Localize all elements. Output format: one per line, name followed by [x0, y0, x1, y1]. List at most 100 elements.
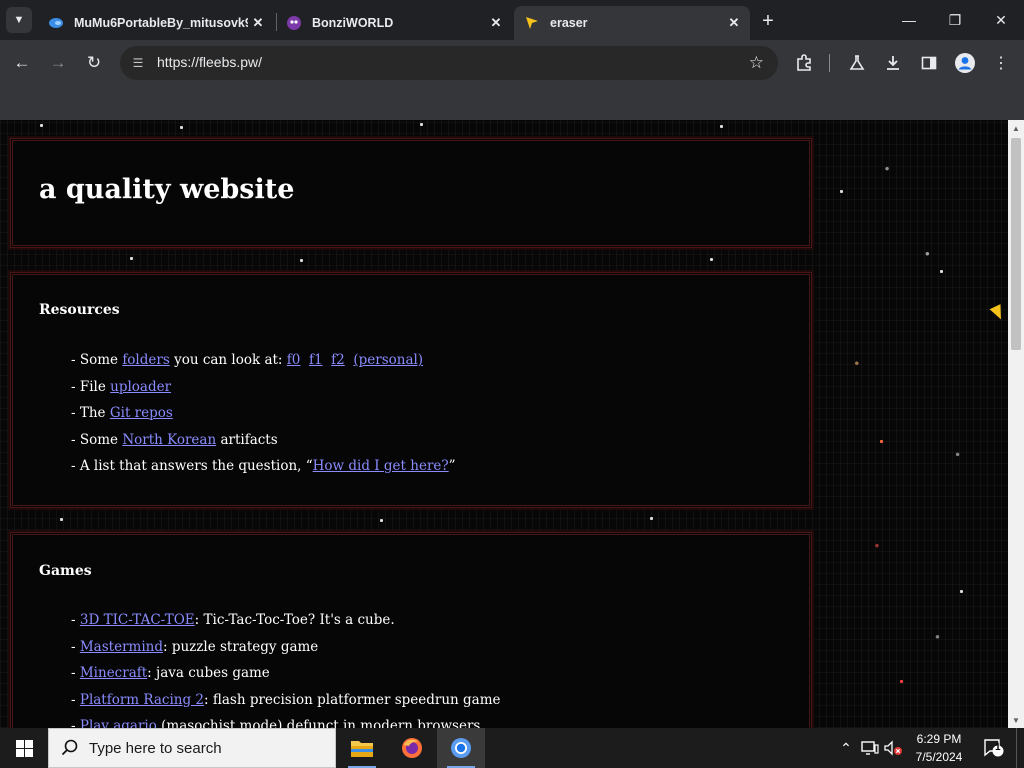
list-item: - Minecraft: java cubes game [71, 660, 501, 687]
item-text: - [71, 718, 80, 728]
extensions-icon[interactable] [791, 50, 817, 76]
notification-count: 1 [995, 742, 1001, 753]
tab-close-icon[interactable]: ✕ [486, 13, 506, 33]
list-item: - The Git repos [71, 400, 456, 427]
notification-center-icon[interactable]: 1 [980, 728, 1008, 768]
clock-date: 7/5/2024 [915, 750, 963, 764]
scroll-thumb[interactable] [1011, 138, 1021, 350]
background-speck [720, 125, 723, 128]
list-item: - Platform Racing 2: flash precision pla… [71, 687, 501, 714]
git-repos-link[interactable]: Git repos [110, 405, 173, 421]
search-placeholder: Type here to search [89, 740, 222, 757]
background-speck [710, 258, 713, 261]
taskbar-search[interactable]: Type here to search [48, 728, 336, 768]
games-list: - 3D TIC-TAC-TOE: Tic-Tac-Toc-Toe? It's … [71, 607, 501, 728]
scroll-down-icon[interactable]: ▼ [1008, 712, 1024, 728]
tab-close-icon[interactable]: ✕ [248, 13, 268, 33]
browser-toolbar: ← → ↻ ☰ https://fleebs.pw/ ☆ ⋮ [0, 40, 1024, 86]
background-speck [300, 259, 303, 262]
uploader-link[interactable]: uploader [110, 379, 171, 395]
show-hidden-icons-icon[interactable]: ⌃ [836, 728, 856, 768]
bookmark-bar [0, 86, 1024, 120]
item-text: (masochist mode) defunct in modern brows… [156, 718, 481, 728]
page-scrollbar[interactable]: ▲ ▼ [1008, 120, 1024, 728]
tab-eraser[interactable]: eraser ✕ [514, 6, 750, 40]
resources-heading: Resources [39, 302, 120, 318]
firefox-icon[interactable] [388, 728, 436, 768]
f2-link[interactable]: f2 [331, 352, 345, 368]
volume-muted-icon[interactable] [882, 728, 904, 768]
background-speck [900, 680, 903, 683]
download-icon[interactable] [880, 50, 906, 76]
item-text: - Some [71, 352, 123, 368]
search-icon [61, 739, 79, 762]
tab-close-icon[interactable]: ✕ [724, 13, 744, 33]
toolbar-divider [829, 54, 830, 72]
eraser-favicon-icon [524, 15, 540, 31]
f0-link[interactable]: f0 [287, 352, 301, 368]
close-window-icon[interactable]: ✕ [978, 0, 1024, 40]
profile-icon[interactable] [952, 50, 978, 76]
tab-title: eraser [550, 16, 588, 30]
site-info-icon[interactable]: ☰ [130, 55, 146, 71]
background-speck [180, 126, 183, 129]
item-text: - Some [71, 431, 123, 448]
chrome-icon[interactable] [437, 728, 485, 768]
item-text: : Tic-Tac-Toc-Toe? It's a cube. [194, 612, 395, 628]
item-text: - [71, 665, 80, 682]
labs-icon[interactable] [844, 50, 870, 76]
list-item: - Some folders you can look at: f0 f1 f2… [71, 347, 456, 374]
address-bar[interactable]: ☰ https://fleebs.pw/ ☆ [120, 46, 778, 80]
side-panel-icon[interactable] [916, 50, 942, 76]
list-item: - Some North Korean artifacts [71, 427, 456, 454]
item-text: artifacts [216, 431, 278, 448]
forward-icon[interactable]: → [44, 49, 72, 77]
tab-mumu[interactable]: MuMu6PortableBy_mitusovk9 ✕ [38, 6, 274, 40]
back-icon[interactable]: ← [8, 49, 36, 77]
start-button[interactable] [0, 728, 48, 768]
tab-title: MuMu6PortableBy_mitusovk9 [74, 16, 248, 30]
maximize-icon[interactable]: ❐ [932, 0, 978, 40]
windows-taskbar: Type here to search ⌃ 6:29 PM 7/5/2024 1 [0, 728, 1024, 768]
background-speck [420, 123, 423, 126]
reload-icon[interactable]: ↻ [80, 49, 108, 77]
folders-link[interactable]: folders [122, 352, 169, 368]
tic-tac-toe-link[interactable]: 3D TIC-TAC-TOE [80, 612, 195, 628]
clock-time: 6:29 PM [916, 732, 962, 746]
show-desktop-button[interactable] [1016, 728, 1024, 768]
network-icon[interactable] [858, 728, 882, 768]
item-text: - A list that answers the question, “ [71, 458, 313, 475]
background-speck [40, 124, 43, 127]
page-title: a quality website [39, 174, 295, 205]
item-text: ” [448, 458, 456, 475]
games-heading: Games [39, 563, 92, 579]
background-speck [940, 270, 943, 273]
windows-logo-icon [15, 739, 33, 757]
list-item: - Mastermind: puzzle strategy game [71, 634, 501, 661]
background-speck [130, 257, 133, 260]
tab-search-icon[interactable]: ▼ [6, 7, 32, 33]
item-text: - [71, 691, 80, 708]
mastermind-link[interactable]: Mastermind [80, 639, 163, 655]
url-text[interactable]: https://fleebs.pw/ [157, 54, 262, 70]
minecraft-link[interactable]: Minecraft [80, 665, 147, 681]
taskbar-clock[interactable]: 6:29 PM 7/5/2024 [902, 730, 976, 766]
background-speck [60, 518, 63, 521]
how-did-i-get-here-link[interactable]: How did I get here? [313, 458, 449, 474]
new-tab-icon[interactable]: + [756, 9, 780, 33]
minimize-icon[interactable]: — [886, 0, 932, 40]
agario-link[interactable]: Play agario [80, 718, 157, 728]
background-speck [380, 519, 383, 522]
tab-bonziworld[interactable]: BonziWORLD ✕ [276, 6, 512, 40]
scroll-up-icon[interactable]: ▲ [1008, 120, 1024, 136]
item-text: : flash precision platformer speedrun ga… [204, 691, 501, 708]
tab-title: BonziWORLD [312, 16, 394, 30]
file-explorer-icon[interactable] [338, 728, 386, 768]
north-korean-link[interactable]: North Korean [122, 432, 216, 448]
platform-racing-link[interactable]: Platform Racing 2 [80, 692, 204, 708]
bookmark-star-icon[interactable]: ☆ [749, 53, 764, 73]
personal-link[interactable]: (personal) [353, 352, 423, 368]
f1-link[interactable]: f1 [309, 352, 323, 368]
background-speck [650, 517, 653, 520]
menu-icon[interactable]: ⋮ [988, 50, 1014, 76]
